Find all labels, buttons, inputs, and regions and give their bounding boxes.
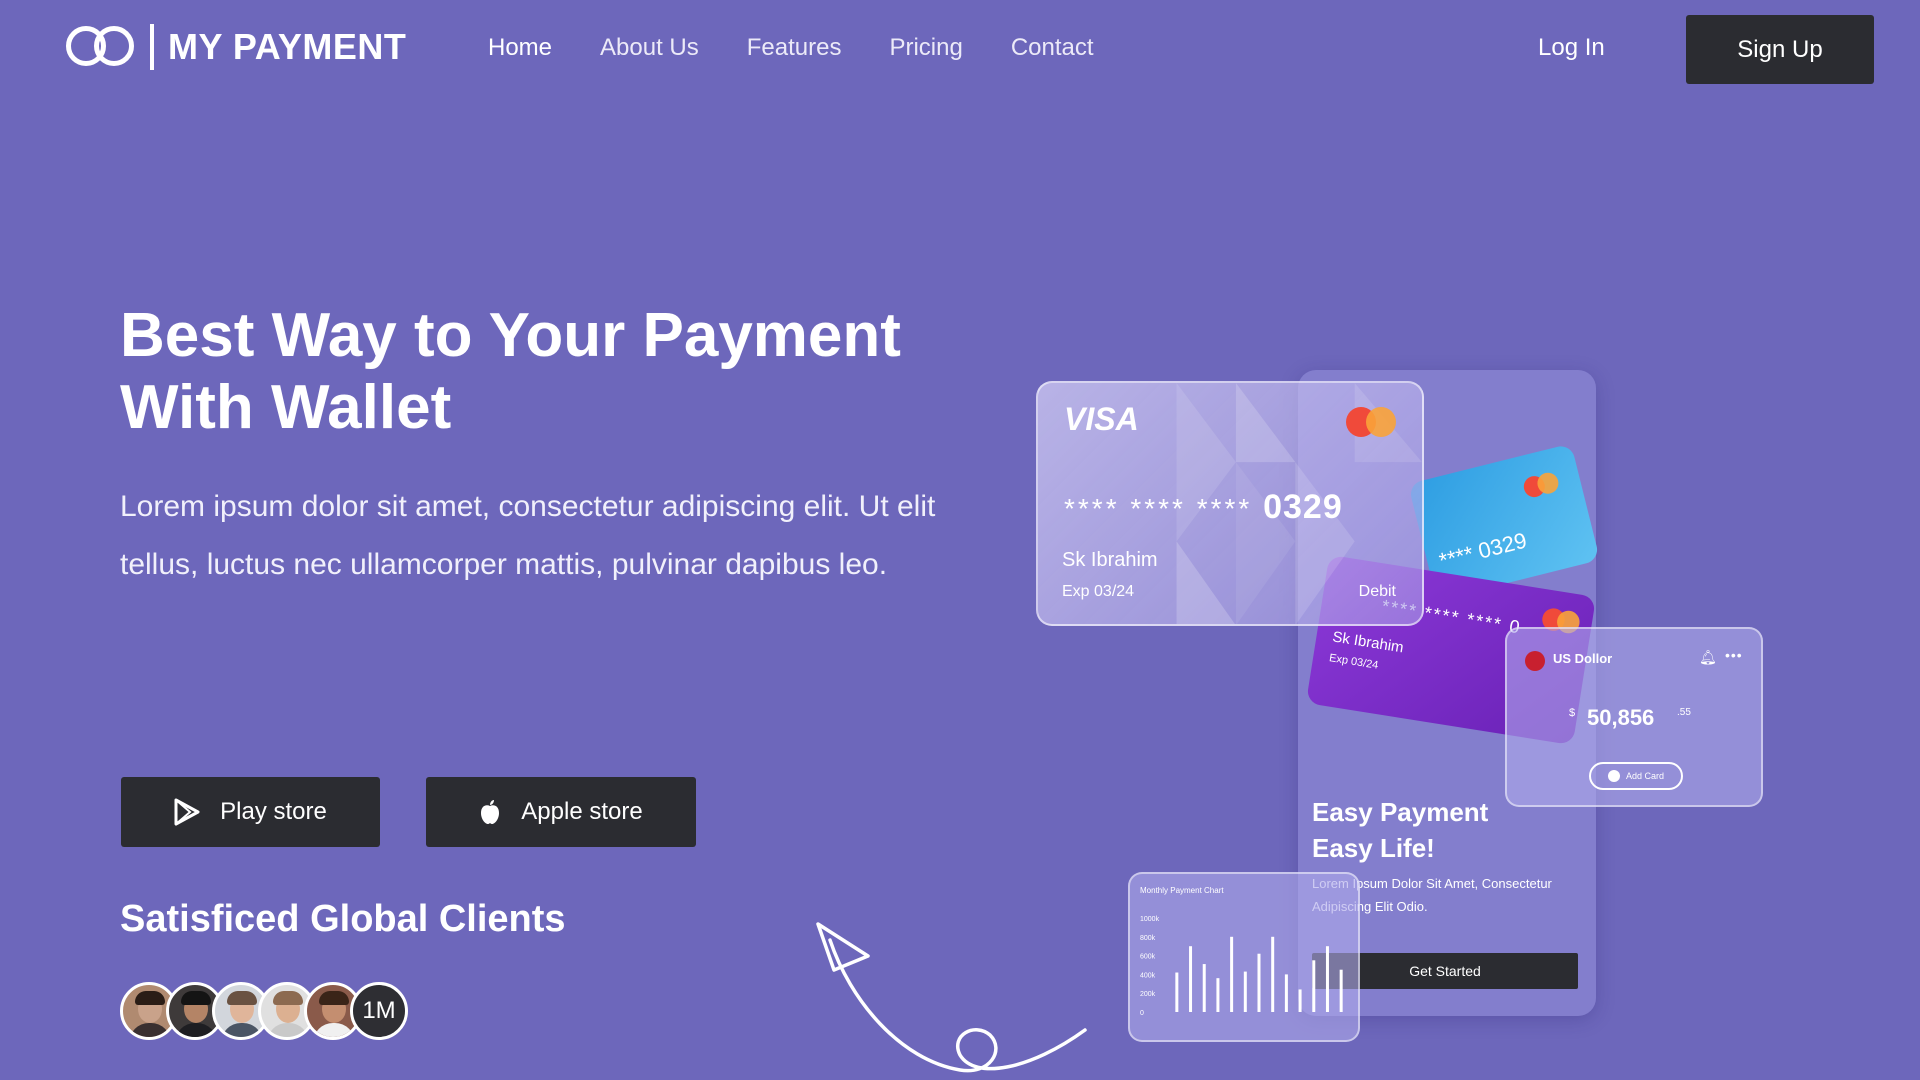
chart-bar [1298,989,1302,1012]
mastercard-logo-icon [1521,470,1561,500]
apple-store-label: Apple store [521,798,643,825]
card-number: **** **** **** 0329 [1064,488,1343,527]
mastercard-logo-icon [1346,407,1396,437]
chart-y-tick: 600k [1140,954,1156,961]
brand-name: MY PAYMENT [168,26,407,67]
chart-bar [1175,972,1179,1012]
top-navigation: MY PAYMENT Home About Us Features Pricin… [0,0,1920,100]
chart-bar [1325,946,1329,1012]
chart-bar [1230,936,1234,1012]
balance-symbol: $ [1569,707,1576,719]
blue-card-number: **** 0329 [1436,527,1530,574]
chart-y-tick: 1000k [1140,916,1160,923]
chart-bar [1189,946,1193,1012]
play-store-button[interactable]: Play store [121,777,380,847]
brand-logo[interactable]: MY PAYMENT [66,22,406,72]
apple-logo-icon [481,800,500,824]
balance-amount: 50,856 [1587,705,1655,730]
decorative-arrow-icon [816,922,1087,1073]
promo-title-line1: Easy Payment [1312,797,1489,827]
promo-title: Easy Payment Easy Life! [1312,794,1488,866]
more-icon[interactable]: ••• [1725,647,1743,663]
hero-title-line2: With Wallet [120,373,452,442]
clients-count-badge: 1M [350,982,408,1040]
visa-payment-card: VISA **** **** **** 0329 Sk Ibrahim Exp … [1036,381,1424,626]
chart-y-tick: 400k [1140,972,1156,979]
clients-title: Satisficed Global Clients [120,898,566,940]
hero-title-line1: Best Way to Your Payment [120,301,901,370]
double-ring-logo-icon [66,22,144,72]
client-avatars: 1M [120,982,408,1040]
logo-divider [150,24,154,70]
bell-icon[interactable]: 🔔︎ [1699,649,1717,666]
chart-y-tick: 200k [1140,991,1156,998]
promo-title-line2: Easy Life! [1312,833,1435,863]
chart-bar [1257,953,1261,1012]
chart-y-tick: 800k [1140,935,1156,942]
chart-bar [1216,978,1220,1012]
card-holder: Sk Ibrahim [1062,549,1158,571]
purple-card-expiry: Exp 03/24 [1328,652,1380,672]
hero-description: Lorem ipsum dolor sit amet, consectetur … [120,490,936,581]
play-store-label: Play store [220,798,327,825]
card-number-last4: 0329 [1263,488,1343,526]
monthly-payment-chart: 1000k 800k 600k 400k 200k 0 [1140,916,1343,1017]
play-triangle-icon [174,798,200,826]
balance-change: .55 [1677,707,1691,718]
nav-link-pricing[interactable]: Pricing [889,34,962,62]
monthly-payment-chart-card: Monthly Payment Chart 1000k 800k 600k 400k 2… [1128,872,1360,1042]
uk-flag-icon [1525,651,1545,671]
card-number-masked: **** **** **** [1064,493,1253,524]
plus-circle-icon [1607,770,1620,782]
chart-bar [1202,964,1206,1012]
apple-store-button[interactable]: Apple store [426,777,696,847]
nav-links: Home About Us Features Pricing Contact [488,34,1094,62]
chart-bar [1339,969,1343,1012]
add-card-button[interactable]: Add Card [1589,762,1683,790]
nav-link-contact[interactable]: Contact [1011,34,1094,62]
add-card-label: Add Card [1625,771,1665,781]
purple-card-holder: Sk Ibrahim [1331,628,1405,657]
card-type: Debit [1358,583,1396,600]
nav-link-home[interactable]: Home [488,34,552,62]
chart-bar [1312,960,1316,1012]
balance-currency: US Dollor [1553,651,1613,666]
nav-link-features[interactable]: Features [747,34,842,62]
chart-bar [1243,971,1247,1012]
visa-logo: VISA [1064,401,1139,437]
signup-button[interactable]: Sign Up [1686,15,1874,84]
chart-bar [1271,936,1275,1012]
card-expiry: Exp 03/24 [1062,583,1135,600]
chart-bar [1284,974,1288,1012]
login-link[interactable]: Log In [1538,34,1605,62]
chart-y-tick: 0 [1140,1010,1144,1017]
nav-link-about[interactable]: About Us [600,34,699,62]
hero-title: Best Way to Your Payment With Wallet [120,300,980,444]
balance-widget: US Dollor 🔔︎ ••• $ 50,856 .55 Add Card [1505,627,1763,807]
